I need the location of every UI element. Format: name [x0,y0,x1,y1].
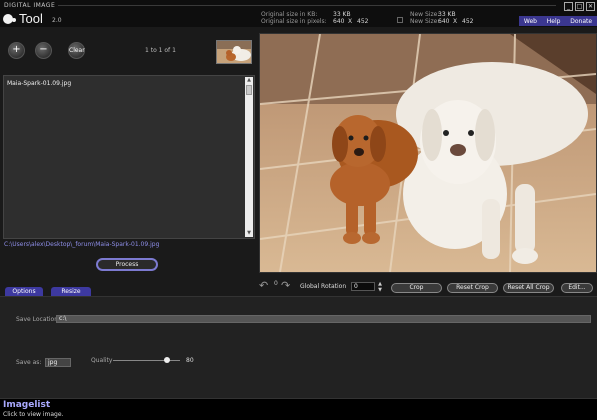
new-size-label: New Size: [410,11,440,18]
spinner-down-icon[interactable]: ▼ [376,287,384,293]
global-rotation-input[interactable]: 0 [351,282,375,291]
new-size-kb: 33 KB [438,11,456,18]
status-bar [0,398,597,420]
image-list[interactable]: Maia-Spark-01.09.jpg ▲ ▼ [3,75,255,239]
close-icon[interactable]: ✕ [586,2,595,11]
save-location-label: Save Location: [16,316,61,323]
quality-slider-knob[interactable] [164,357,170,363]
preview-photo [259,33,597,273]
rotation-degree-indicator: 0 [274,280,278,287]
save-as-label: Save as: [16,359,42,366]
quality-value: 80 [186,357,194,364]
status-message: Click to view image. [3,411,64,418]
process-button[interactable]: Process [96,258,158,271]
original-kb-value: 33 KB [333,11,351,18]
image-preview[interactable] [259,33,597,273]
original-px-label: Original size in pixels: [261,18,327,25]
edit-button[interactable]: Edit... [561,283,593,293]
rotate-left-icon[interactable]: ↶ [259,280,273,291]
rotation-spinner[interactable]: ▲ ▼ [376,281,384,293]
reset-crop-button[interactable]: Reset Crop [447,283,498,293]
list-scrollbar[interactable]: ▲ ▼ [245,77,253,237]
save-as-select[interactable]: jpg [45,358,71,367]
thumbnail-image [217,41,251,63]
minimize-icon[interactable]: _ [564,2,573,11]
link-bar: Web Help Donate [519,16,597,26]
thumbnail-preview[interactable] [216,40,252,64]
original-x: X [348,18,353,25]
clear-list-button[interactable]: Clear [68,42,85,59]
web-link[interactable]: Web [524,18,537,25]
global-rotation-label: Global Rotation [300,283,347,290]
logo-dot-small-icon [12,18,16,22]
new-height: 452 [462,18,474,25]
original-kb-label: Original size in KB: [261,11,318,18]
brand-divider [58,5,556,6]
maximize-icon[interactable]: □ [575,2,584,11]
lock-ratio-checkbox[interactable] [397,17,403,23]
new-x: X [453,18,458,25]
options-panel [0,297,597,398]
scroll-down-icon[interactable]: ▼ [245,230,253,237]
status-title: Imagelist [3,400,51,410]
remove-image-button[interactable]: − [35,42,52,59]
tab-options[interactable]: Options [5,287,43,296]
scroll-up-icon[interactable]: ▲ [245,77,253,84]
app-logo: Tool 2.0 [3,11,65,26]
new-size-label-2: New Size: [410,18,440,25]
donate-link[interactable]: Donate [570,18,592,25]
help-link[interactable]: Help [547,18,561,25]
new-width: 640 [438,18,450,25]
list-item[interactable]: Maia-Spark-01.09.jpg [7,80,71,87]
reset-all-crop-button[interactable]: Reset All Crop [503,283,554,293]
app-name: Tool [19,11,43,26]
scroll-thumb[interactable] [246,85,252,95]
add-image-button[interactable]: + [8,42,25,59]
app-version: 2.0 [52,17,62,24]
brand-caption: DIGITAL IMAGE [4,2,56,9]
selected-file-path: C:\Users\alex\Desktop\_forum\Maia-Spark-… [4,241,160,248]
original-width: 640 [333,18,345,25]
quality-label: Quality [91,357,113,364]
original-height: 452 [357,18,369,25]
crop-button[interactable]: Crop [391,283,442,293]
tab-resize[interactable]: Resize [51,287,91,296]
rotate-right-icon[interactable]: ↷ [281,280,295,291]
save-location-input[interactable]: c:\ [56,315,591,323]
list-counter: 1 to 1 of 1 [145,47,176,54]
window-controls: _ □ ✕ [564,2,597,11]
